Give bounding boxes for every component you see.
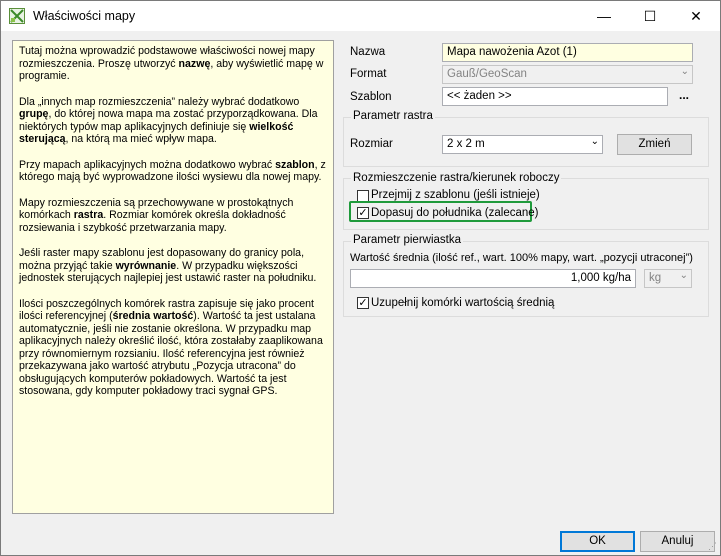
unit-value: kg <box>649 272 662 284</box>
name-input[interactable]: Mapa nawożenia Azot (1) <box>442 43 693 62</box>
help-paragraph: Tutaj można wprowadzić podstawowe właści… <box>19 45 327 83</box>
meridian-label: Dopasuj do południka (zalecane) <box>371 207 539 219</box>
help-paragraph: Mapy rozmieszczenia są przechowywane w p… <box>19 197 327 235</box>
raster-size-value: 2 x 2 m <box>447 138 485 150</box>
template-input[interactable]: << żaden >> <box>442 87 668 106</box>
chevron-down-icon: ⌄ <box>680 66 689 77</box>
raster-group-title: Parametr rastra <box>351 110 435 122</box>
fill-cells-label: Uzupełnij komórki wartością średnią <box>371 297 555 309</box>
properties-window: Właściwości mapy — ☐ ✕ Tutaj można wprow… <box>0 0 721 556</box>
format-label: Format <box>350 68 387 80</box>
help-keyword: średnia wartość <box>112 310 194 322</box>
help-keyword: grupę <box>19 108 49 120</box>
change-raster-button[interactable]: Zmień <box>617 134 692 155</box>
maximize-button[interactable]: ☐ <box>627 1 673 31</box>
cancel-button[interactable]: Anuluj <box>640 531 715 552</box>
help-keyword: wyrównanie <box>115 259 177 272</box>
raster-size-label: Rozmiar <box>350 138 393 150</box>
chevron-down-icon: ⌄ <box>590 136 599 147</box>
template-label: Szablon <box>350 91 392 103</box>
format-value: Gauß/GeoScan <box>447 68 527 80</box>
name-label: Nazwa <box>350 46 386 58</box>
help-text: Przy mapach aplikacyjnych można dodatkow… <box>19 158 276 171</box>
help-paragraph: Jeśli raster mapy szablonu jest dopasowa… <box>19 247 327 285</box>
fill-cells-checkbox[interactable]: ✓ <box>357 297 369 309</box>
chevron-down-icon: ⌄ <box>679 270 688 281</box>
unit-dropdown[interactable]: kg ⌄ <box>644 269 692 288</box>
ok-button[interactable]: OK <box>560 531 635 552</box>
help-paragraph: Ilości poszczególnych komórek rastra zap… <box>19 298 327 398</box>
help-text: ). Wartość ta jest ustalana automatyczni… <box>19 310 323 397</box>
help-text: , na którą ma mieć wpływ mapa. <box>65 133 217 145</box>
format-dropdown[interactable]: Gauß/GeoScan ⌄ <box>442 65 693 84</box>
template-browse-button[interactable]: ... <box>676 89 692 104</box>
from-template-label: Przejmij z szablonu (jeśli istnieje) <box>371 189 540 201</box>
help-text: Dla „innych map rozmieszczenia” należy w… <box>19 95 300 108</box>
close-button[interactable]: ✕ <box>673 1 719 31</box>
help-panel: Tutaj można wprowadzić podstawowe właści… <box>12 40 334 514</box>
alignment-group-title: Rozmieszczenie rastra/kierunek roboczy <box>351 172 562 184</box>
help-keyword: rastra <box>73 209 104 221</box>
title-bar: Właściwości mapy — ☐ ✕ <box>1 1 720 31</box>
mean-value-label: Wartość średnia (ilość ref., wart. 100% … <box>350 252 693 264</box>
help-paragraph: Dla „innych map rozmieszczenia” należy w… <box>19 96 327 146</box>
window-title: Właściwości mapy <box>33 9 136 23</box>
mean-value-input[interactable]: 1,000 kg/ha <box>350 269 636 288</box>
meridian-checkbox[interactable]: ✓ <box>357 207 369 219</box>
raster-size-dropdown[interactable]: 2 x 2 m ⌄ <box>442 135 603 154</box>
minimize-button[interactable]: — <box>581 1 627 31</box>
resize-grip-icon[interactable]: ⋰ <box>708 541 717 552</box>
map-app-icon <box>9 8 25 24</box>
help-keyword: szablon <box>275 158 315 171</box>
help-paragraph: Przy mapach aplikacyjnych można dodatkow… <box>19 159 327 184</box>
root-param-group-title: Parametr pierwiastka <box>351 234 464 246</box>
help-keyword: nazwę <box>178 57 211 70</box>
